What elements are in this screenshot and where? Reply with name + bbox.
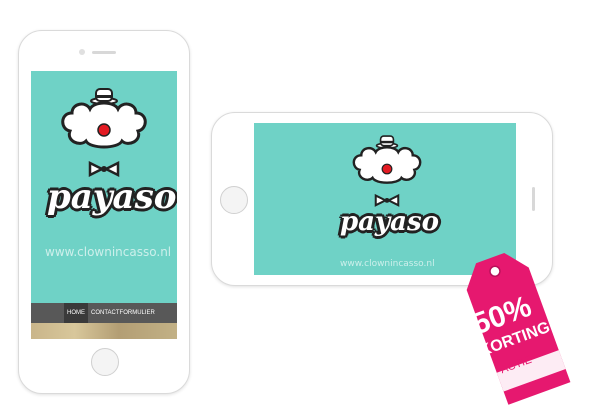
clown-logo-icon xyxy=(61,88,147,177)
clown-logo-icon xyxy=(352,135,422,207)
site-url: www.clownincasso.nl xyxy=(340,259,435,269)
discount-tag: 50% KORTING ACTIE xyxy=(452,247,582,405)
site-url: www.clownincasso.nl xyxy=(45,245,172,259)
brand-logo-text: payaso xyxy=(340,207,439,237)
speaker-slot xyxy=(532,187,535,211)
camera-icon xyxy=(79,49,85,55)
nav-bar: HOME CONTACTFORMULIER xyxy=(31,303,177,323)
header-photo xyxy=(31,323,177,339)
nav-item-contactformulier[interactable]: CONTACTFORMULIER xyxy=(88,303,158,323)
home-button[interactable] xyxy=(91,348,119,376)
brand-logo-text: payaso xyxy=(47,177,177,217)
nav-item-home[interactable]: HOME xyxy=(64,303,88,323)
speaker-slot xyxy=(92,51,116,54)
portrait-screen: payaso www.clownincasso.nl HOME CONTACTF… xyxy=(31,71,177,339)
home-button[interactable] xyxy=(220,186,248,214)
portrait-phone: payaso www.clownincasso.nl HOME CONTACTF… xyxy=(18,30,190,394)
